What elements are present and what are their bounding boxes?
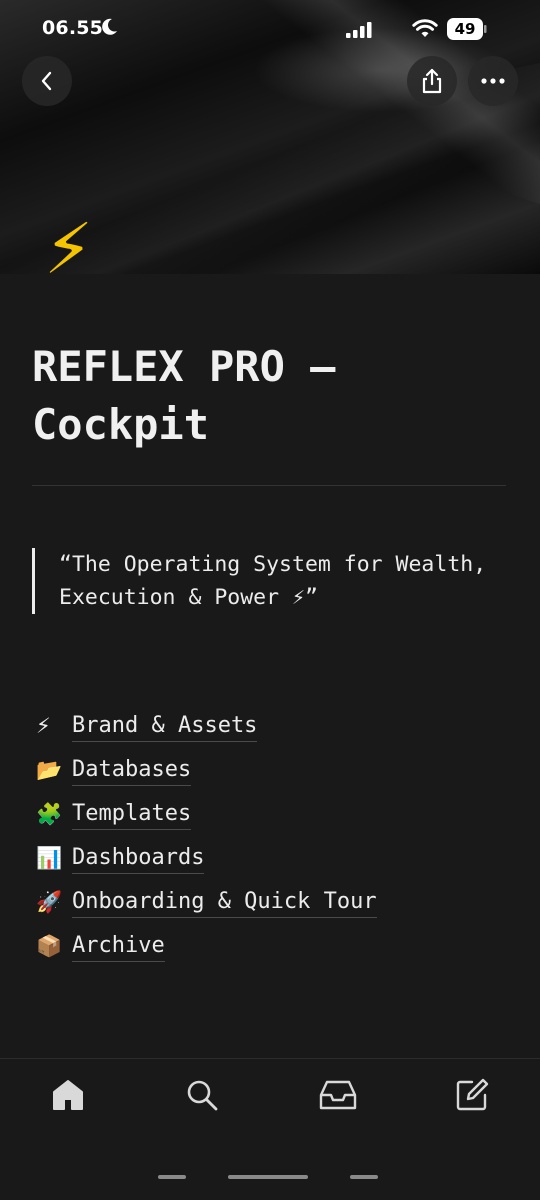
link-emoji: 🧩 xyxy=(36,801,63,826)
share-button[interactable] xyxy=(407,56,457,106)
link-emoji: ⚡ xyxy=(36,714,51,738)
page-link-brand-assets[interactable]: ⚡ Brand & Assets xyxy=(36,704,377,748)
nav-home[interactable] xyxy=(46,1073,90,1117)
divider xyxy=(32,485,506,486)
more-button[interactable] xyxy=(468,56,518,106)
status-bar: 06.55 49 xyxy=(0,0,540,58)
share-icon xyxy=(422,68,442,94)
inbox-icon xyxy=(319,1080,357,1110)
page-title[interactable]: REFLEX PRO — Cockpit xyxy=(32,338,512,454)
page-link-archive[interactable]: 📦 Archive xyxy=(36,924,377,968)
battery-level: 49 xyxy=(454,20,476,38)
signal-icon xyxy=(346,22,372,38)
wifi-icon xyxy=(412,19,438,37)
link-label[interactable]: Dashboards xyxy=(72,843,205,874)
search-icon xyxy=(187,1080,218,1111)
back-icon xyxy=(41,71,52,91)
home-icon xyxy=(53,1080,83,1110)
quote-block[interactable]: “The Operating System for Wealth, Execut… xyxy=(32,548,519,614)
compose-icon xyxy=(456,1078,489,1111)
status-time: 06.55 xyxy=(42,17,104,39)
system-nav-indicator xyxy=(158,1175,186,1179)
page-link-databases[interactable]: 📂 Databases xyxy=(36,748,377,792)
link-emoji: 📂 xyxy=(36,757,63,782)
page-icon[interactable]: ⚡ xyxy=(44,214,93,284)
link-label[interactable]: Archive xyxy=(72,931,165,962)
link-label[interactable]: Templates xyxy=(72,799,192,830)
link-emoji: 📊 xyxy=(36,845,63,870)
more-icon xyxy=(481,78,505,84)
nav-compose[interactable] xyxy=(450,1073,494,1117)
link-emoji: 📦 xyxy=(36,933,63,958)
page-link-templates[interactable]: 🧩 Templates xyxy=(36,792,377,836)
back-button[interactable] xyxy=(22,56,72,106)
moon-icon xyxy=(102,18,117,35)
page-link-onboarding[interactable]: 🚀 Onboarding & Quick Tour xyxy=(36,880,377,924)
link-label[interactable]: Brand & Assets xyxy=(72,711,258,742)
nav-inbox[interactable] xyxy=(316,1073,360,1117)
link-emoji: 🚀 xyxy=(36,889,63,914)
nav-search[interactable] xyxy=(180,1073,224,1117)
link-label[interactable]: Databases xyxy=(72,755,192,786)
home-indicator[interactable] xyxy=(228,1175,308,1179)
page-link-list: ⚡ Brand & Assets 📂 Databases 🧩 Templates… xyxy=(36,704,377,968)
system-nav-indicator xyxy=(350,1175,378,1179)
page-link-dashboards[interactable]: 📊 Dashboards xyxy=(36,836,377,880)
link-label[interactable]: Onboarding & Quick Tour xyxy=(72,887,377,918)
bottom-nav xyxy=(0,1058,540,1139)
